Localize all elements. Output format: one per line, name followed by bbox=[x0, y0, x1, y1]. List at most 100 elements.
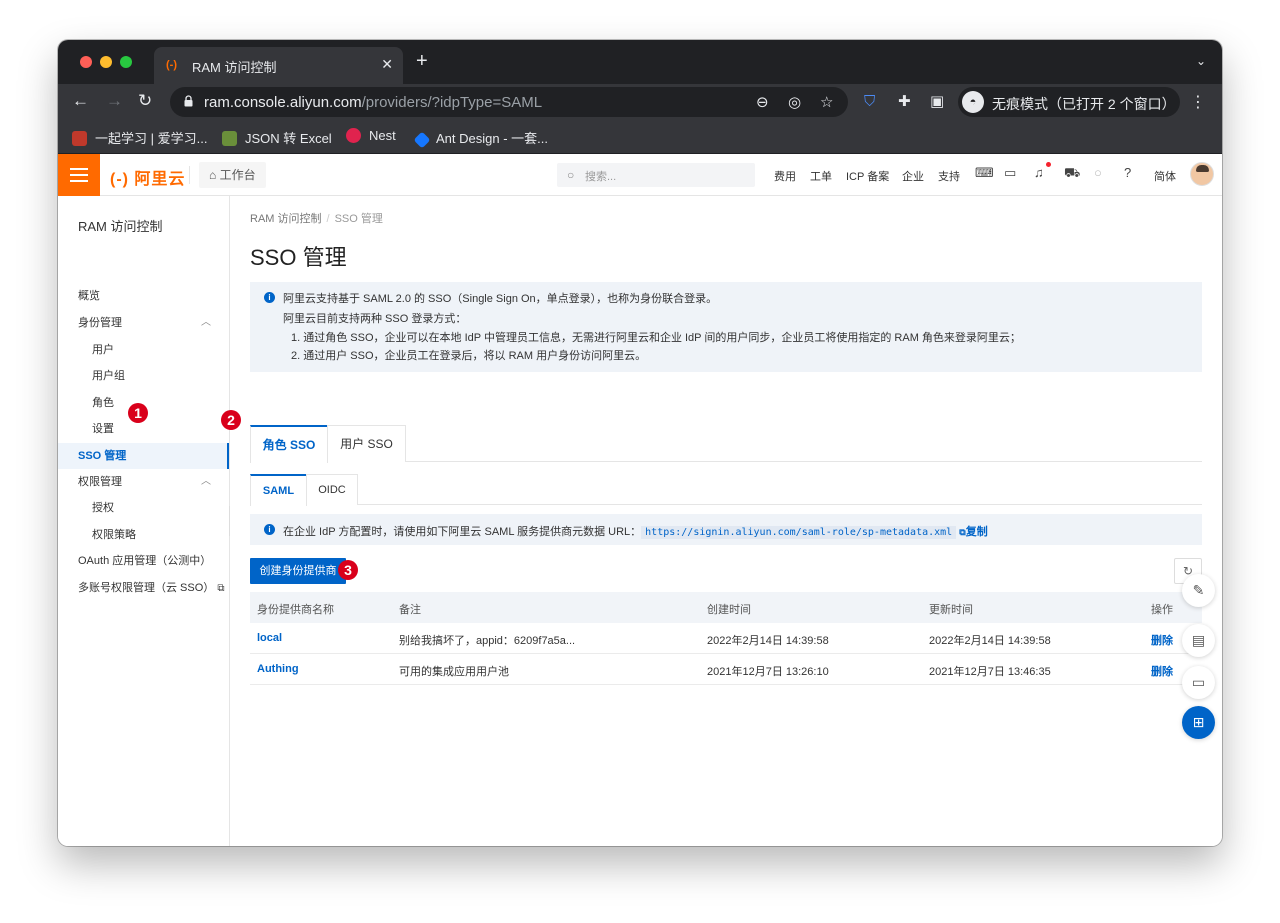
bookmark-item[interactable]: Nest bbox=[346, 128, 396, 143]
bookmark-item[interactable]: JSON 转 Excel bbox=[222, 128, 332, 147]
sidebar-item-users[interactable]: 用户 bbox=[58, 337, 229, 363]
annotation-badge-3: 3 bbox=[338, 560, 358, 580]
nav-fees[interactable]: 费用 bbox=[774, 168, 796, 184]
browser-toolbar: ← → ↻ ram.console.aliyun.com/providers/?… bbox=[58, 84, 1222, 120]
external-link-icon: ⧉ bbox=[217, 583, 225, 594]
copy-button[interactable]: ⧉复制 bbox=[959, 526, 987, 538]
eye-off-icon[interactable]: ◎ bbox=[788, 93, 801, 111]
language-switch[interactable]: 简体 bbox=[1154, 168, 1176, 184]
idp-updated: 2021年12月7日 13:46:35 bbox=[929, 666, 1051, 678]
sidebar-group-permission[interactable]: 权限管理 ︿ bbox=[58, 469, 229, 495]
apps-button[interactable]: ⊞ bbox=[1182, 706, 1215, 739]
menu-hamburger-icon[interactable] bbox=[58, 154, 100, 196]
sidebar-item-multi-account[interactable]: 多账号权限管理（云 SSO） ⧉ bbox=[58, 575, 229, 601]
info-line: 阿里云支持基于 SAML 2.0 的 SSO（Single Sign On，单点… bbox=[283, 293, 718, 305]
column-header: 身份提供商名称 bbox=[257, 604, 334, 616]
nav-support[interactable]: 支持 bbox=[938, 168, 960, 184]
reload-icon[interactable]: ↻ bbox=[138, 92, 152, 110]
pencil-icon: ✎ bbox=[1192, 582, 1205, 598]
bookmark-favicon-icon bbox=[222, 131, 237, 146]
nav-enterprise[interactable]: 企业 bbox=[902, 168, 924, 184]
workbench-button[interactable]: ⌂ 工作台 bbox=[199, 162, 266, 188]
tab-search-chevron-icon[interactable]: ⌄ bbox=[1196, 54, 1206, 68]
notification-dot bbox=[1046, 162, 1051, 167]
console-header: (-) 阿里云 ⌂ 工作台 ○ 搜索... 费用 工单 ICP 备案 企业 支持… bbox=[58, 154, 1222, 196]
browser-tab[interactable]: (-) RAM 访问控制 ✕ bbox=[154, 47, 403, 84]
sidebar-item-policies[interactable]: 权限策略 bbox=[58, 522, 229, 548]
bell-icon[interactable]: ♫ bbox=[1034, 165, 1044, 181]
info-alert: i 阿里云支持基于 SAML 2.0 的 SSO（Single Sign On，… bbox=[250, 282, 1202, 372]
clipboard-button[interactable]: ▤ bbox=[1182, 624, 1215, 657]
incognito-icon: ◓ bbox=[962, 91, 984, 113]
create-idp-button[interactable]: 创建身份提供商 bbox=[250, 558, 346, 584]
sidebar-item-sso[interactable]: SSO 管理 bbox=[58, 443, 229, 469]
feedback-edit-button[interactable]: ✎ bbox=[1182, 574, 1215, 607]
tab-title: RAM 访问控制 bbox=[192, 60, 277, 75]
address-bar[interactable]: ram.console.aliyun.com/providers/?idpTyp… bbox=[170, 87, 848, 117]
minimize-window-button[interactable] bbox=[100, 56, 112, 68]
clipboard-icon: ▤ bbox=[1191, 632, 1206, 648]
extensions-puzzle-icon[interactable]: ✚ bbox=[898, 93, 911, 111]
aliyun-logo[interactable]: (-) 阿里云 bbox=[110, 165, 185, 189]
sidebar-item-overview[interactable]: 概览 bbox=[58, 283, 229, 309]
sso-type-tabs: 角色 SSO 用户 SSO bbox=[250, 425, 1202, 463]
sidebar-item-oauth[interactable]: OAuth 应用管理（公测中） bbox=[58, 548, 229, 574]
tab-strip: (-) RAM 访问控制 ✕ + ⌄ bbox=[58, 40, 1222, 84]
table-row: Authing 可用的集成应用用户池 2021年12月7日 13:26:10 2… bbox=[250, 654, 1202, 685]
idp-updated: 2022年2月14日 14:39:58 bbox=[929, 635, 1051, 647]
idp-name-link[interactable]: Authing bbox=[257, 663, 299, 675]
breadcrumb-ram[interactable]: RAM 访问控制 bbox=[250, 213, 322, 225]
breadcrumb-current: SSO 管理 bbox=[334, 213, 383, 225]
bookmark-favicon-icon bbox=[72, 131, 87, 146]
tab-saml[interactable]: SAML bbox=[250, 474, 307, 506]
bookmark-item[interactable]: 一起学习 | 爱学习... bbox=[72, 128, 207, 147]
lock-icon bbox=[184, 95, 193, 107]
chat-button[interactable]: ▭ bbox=[1182, 666, 1215, 699]
sidebar-title: RAM 访问控制 bbox=[78, 219, 163, 234]
search-placeholder: 搜索... bbox=[585, 171, 617, 183]
antd-favicon-icon bbox=[413, 131, 431, 149]
info-icon: i bbox=[264, 524, 275, 535]
bookmark-item[interactable]: Ant Design - 一套... bbox=[413, 128, 548, 149]
delete-link[interactable]: 删除 bbox=[1151, 632, 1173, 648]
code-editor-icon[interactable]: ⌨ bbox=[975, 165, 994, 181]
lightbulb-icon[interactable]: ○ bbox=[1094, 165, 1102, 181]
tab-role-sso[interactable]: 角色 SSO bbox=[250, 425, 328, 463]
tab-user-sso[interactable]: 用户 SSO bbox=[327, 425, 406, 462]
search-icon: ○ bbox=[567, 168, 575, 182]
info-line: 2. 通过用户 SSO，企业员工在登录后，将以 RAM 用户身份访问阿里云。 bbox=[291, 350, 647, 362]
sidebar-item-grant[interactable]: 授权 bbox=[58, 495, 229, 521]
close-tab-icon[interactable]: ✕ bbox=[381, 56, 393, 73]
terminal-icon[interactable]: ▭ bbox=[1004, 165, 1016, 181]
back-arrow-icon[interactable]: ← bbox=[72, 92, 89, 110]
search-input[interactable]: ○ 搜索... bbox=[557, 163, 755, 187]
metadata-url[interactable]: https://signin.aliyun.com/saml-role/sp-m… bbox=[641, 526, 957, 539]
new-tab-icon[interactable]: + bbox=[416, 51, 428, 71]
zoom-icon[interactable]: ⊖ bbox=[756, 93, 769, 111]
sidebar-item-groups[interactable]: 用户组 bbox=[58, 363, 229, 389]
incognito-indicator[interactable]: ◓ 无痕模式（已打开 2 个窗口） bbox=[958, 87, 1180, 117]
metadata-url-alert: i 在企业 IdP 方配置时，请使用如下阿里云 SAML 服务提供商元数据 UR… bbox=[250, 514, 1202, 545]
idp-name-link[interactable]: local bbox=[257, 632, 282, 644]
column-header: 更新时间 bbox=[929, 604, 973, 616]
incognito-label: 无痕模式（已打开 2 个窗口） bbox=[992, 96, 1176, 112]
browser-menu-icon[interactable]: ⋮ bbox=[1190, 92, 1206, 112]
column-header: 创建时间 bbox=[707, 604, 751, 616]
maximize-window-button[interactable] bbox=[120, 56, 132, 68]
delete-link[interactable]: 删除 bbox=[1151, 663, 1173, 679]
avatar[interactable] bbox=[1190, 162, 1214, 186]
side-panel-icon[interactable]: ▣ bbox=[930, 93, 944, 111]
bookmark-star-icon[interactable]: ☆ bbox=[820, 93, 833, 111]
cart-icon[interactable]: ⛟ bbox=[1064, 165, 1080, 181]
nav-tickets[interactable]: 工单 bbox=[810, 168, 832, 184]
close-window-button[interactable] bbox=[80, 56, 92, 68]
shield-extension-icon[interactable]: ⛉ bbox=[864, 93, 875, 111]
tab-oidc[interactable]: OIDC bbox=[306, 474, 358, 505]
main-content: RAM 访问控制 / SSO 管理 SSO 管理 i 阿里云支持基于 SAML 2.… bbox=[221, 196, 1222, 846]
info-line: 阿里云目前支持两种 SSO 登录方式： bbox=[283, 313, 467, 325]
nav-icp[interactable]: ICP 备案 bbox=[846, 168, 889, 184]
help-icon[interactable]: ? bbox=[1124, 165, 1131, 181]
forward-arrow-icon[interactable]: → bbox=[106, 92, 123, 110]
metadata-url-text: 在企业 IdP 方配置时，请使用如下阿里云 SAML 服务提供商元数据 URL：… bbox=[283, 526, 988, 539]
sidebar-group-identity[interactable]: 身份管理 ︿ bbox=[58, 310, 229, 336]
